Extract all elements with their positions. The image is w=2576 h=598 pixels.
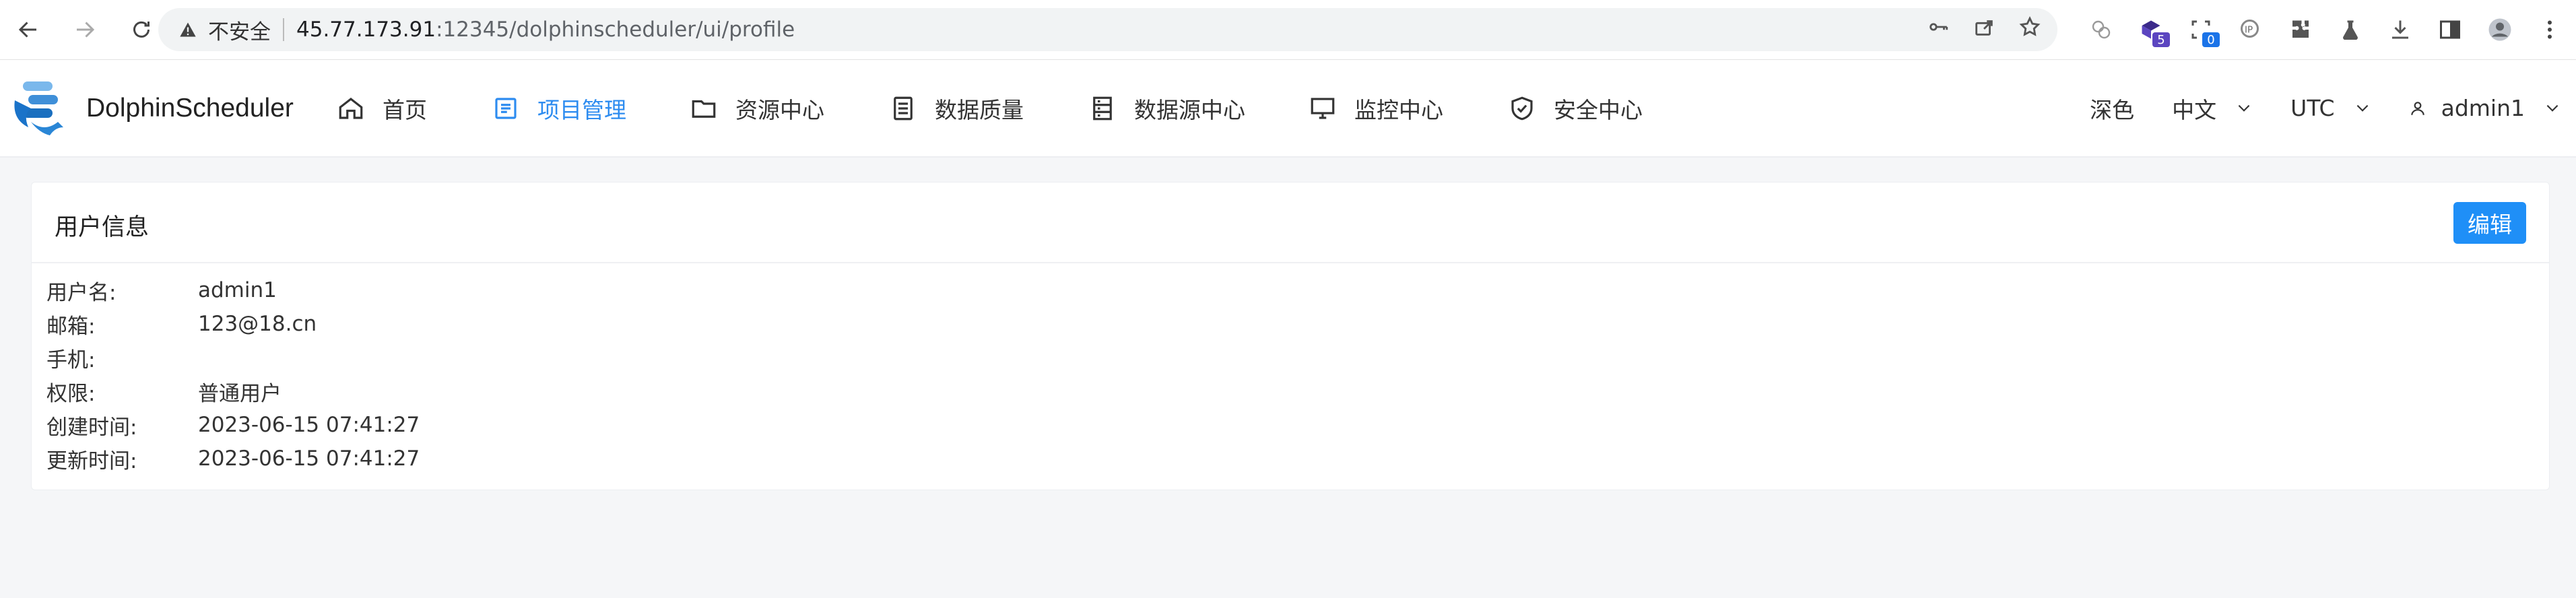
- security-status[interactable]: 不安全: [208, 15, 271, 45]
- user-info-list: 用户名: admin1 邮箱: 123@18.cn 手机: 权限: 普通用户 创…: [46, 273, 420, 475]
- nav-item-home[interactable]: 首页: [337, 60, 427, 156]
- field-label: 邮箱:: [46, 314, 96, 339]
- info-row-phone: 手机:: [46, 341, 420, 374]
- share-icon[interactable]: [1973, 15, 1995, 44]
- user-dropdown[interactable]: admin1: [2409, 95, 2561, 121]
- nav-item-data-quality[interactable]: 数据质量: [889, 60, 1024, 156]
- reload-icon[interactable]: [127, 15, 156, 44]
- nav-item-datasource[interactable]: 数据源中心: [1088, 60, 1245, 156]
- nav-label: 监控中心: [1354, 96, 1443, 123]
- timezone-dropdown[interactable]: UTC: [2290, 95, 2371, 121]
- nav-label: 数据质量: [935, 96, 1024, 123]
- field-value: 2023-06-15 07:41:27: [198, 446, 420, 471]
- extension-cube-icon[interactable]: 5: [2138, 16, 2170, 47]
- field-label: 手机:: [46, 347, 96, 372]
- theme-label: 深色: [2090, 96, 2135, 123]
- main-nav: 首页 项目管理 资源中心 数据质量 数据源中心 监控中心 安全中心: [337, 60, 1643, 156]
- field-value: 普通用户: [198, 381, 282, 406]
- datasource-icon: [1093, 96, 1112, 120]
- svg-text:IP: IP: [2245, 25, 2253, 36]
- chevron-down-icon: [2356, 104, 2368, 112]
- language-dropdown[interactable]: 中文: [2172, 92, 2253, 125]
- flask-icon[interactable]: [2337, 16, 2364, 43]
- nav-label: 资源中心: [735, 96, 824, 123]
- side-panel-icon[interactable]: [2437, 16, 2464, 43]
- language-label: 中文: [2172, 96, 2217, 123]
- address-bar[interactable]: 不安全 45.77.173.91:12345/dolphinscheduler/…: [158, 8, 2057, 51]
- timezone-label: UTC: [2290, 95, 2335, 121]
- folder-icon: [692, 100, 716, 118]
- more-icon[interactable]: [2536, 16, 2563, 43]
- dolphin-logo-icon: [14, 81, 63, 135]
- home-icon: [339, 97, 363, 119]
- back-icon[interactable]: [13, 15, 43, 44]
- theme-toggle[interactable]: 深色: [2090, 92, 2134, 125]
- chevron-down-icon: [2238, 104, 2250, 112]
- download-icon[interactable]: [2387, 16, 2414, 43]
- profile-avatar-icon[interactable]: [2486, 16, 2513, 43]
- monitor-icon: [1311, 97, 1335, 119]
- puzzle-icon[interactable]: [2287, 16, 2314, 43]
- field-value: 123@18.cn: [198, 312, 317, 336]
- info-row-created: 创建时间: 2023-06-15 07:41:27: [46, 408, 420, 442]
- edit-button[interactable]: 编辑: [2453, 202, 2526, 244]
- extension-scan-icon[interactable]: 0: [2187, 16, 2220, 47]
- warning-icon[interactable]: [178, 20, 199, 40]
- card-title: 用户信息: [55, 214, 150, 241]
- nav-label: 数据源中心: [1134, 96, 1245, 123]
- info-row-email: 邮箱: 123@18.cn: [46, 307, 420, 341]
- shield-icon: [1511, 96, 1533, 120]
- field-value: 2023-06-15 07:41:27: [198, 413, 420, 437]
- brand-name: DolphinScheduler: [86, 94, 294, 123]
- url-path[interactable]: :12345/dolphinscheduler/ui/profile: [436, 18, 795, 42]
- field-label: 更新时间:: [46, 448, 137, 473]
- extension-circles-icon[interactable]: [2088, 16, 2115, 43]
- info-row-updated: 更新时间: 2023-06-15 07:41:27: [46, 442, 420, 475]
- username-label: admin1: [2441, 95, 2525, 121]
- browser-toolbar: 不安全 45.77.173.91:12345/dolphinscheduler/…: [0, 0, 2576, 60]
- extension-badge: 0: [2202, 32, 2220, 47]
- field-label: 权限:: [46, 381, 96, 406]
- divider: [283, 18, 284, 41]
- info-row-username: 用户名: admin1: [46, 273, 420, 307]
- app-header: DolphinScheduler 首页 项目管理 资源中心 数据质量 数据源中心…: [0, 60, 2576, 158]
- nav-item-monitor[interactable]: 监控中心: [1309, 60, 1443, 156]
- nav-item-resources[interactable]: 资源中心: [690, 60, 824, 156]
- project-icon: [495, 97, 517, 119]
- field-label: 用户名:: [46, 280, 117, 305]
- nav-label: 安全中心: [1554, 96, 1643, 123]
- logo[interactable]: DolphinScheduler: [12, 75, 294, 142]
- nav-item-security[interactable]: 安全中心: [1508, 60, 1643, 156]
- field-label: 创建时间:: [46, 415, 137, 440]
- star-icon[interactable]: [2018, 15, 2041, 44]
- user-icon: [2410, 101, 2424, 115]
- nav-label: 首页: [383, 96, 427, 123]
- extension-ip-icon[interactable]: IP: [2237, 16, 2264, 43]
- card-header: 用户信息 编辑: [32, 182, 2549, 263]
- forward-icon[interactable]: [70, 15, 100, 44]
- data-quality-icon: [894, 96, 913, 120]
- user-info-card: 用户信息 编辑 用户名: admin1 邮箱: 123@18.cn 手机: 权限…: [31, 182, 2550, 490]
- nav-label: 项目管理: [537, 96, 626, 123]
- extension-badge: 5: [2152, 32, 2170, 47]
- chevron-down-icon: [2546, 104, 2558, 112]
- key-icon[interactable]: [1927, 15, 1950, 44]
- header-right: 深色 中文 UTC admin1: [2052, 60, 2561, 156]
- nav-item-project[interactable]: 项目管理: [492, 60, 626, 156]
- info-row-permission: 权限: 普通用户: [46, 374, 420, 408]
- url-host[interactable]: 45.77.173.91: [296, 18, 436, 42]
- field-value: admin1: [198, 278, 277, 302]
